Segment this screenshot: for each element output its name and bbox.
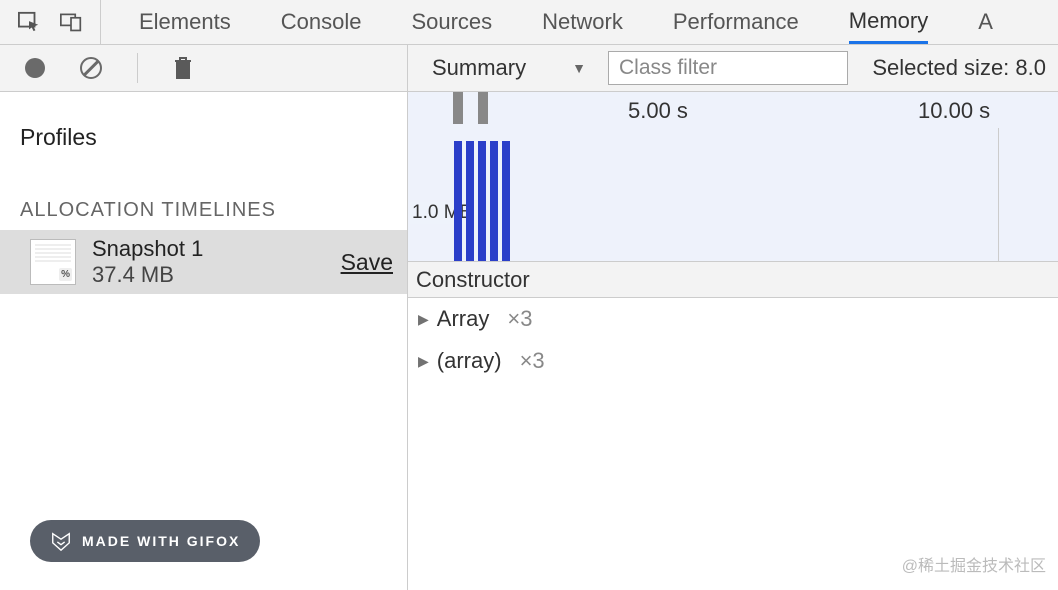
- inspect-element-icon[interactable]: [18, 11, 40, 33]
- allocation-bar: [478, 141, 486, 261]
- tab-console[interactable]: Console: [281, 0, 362, 44]
- time-axis: 5.00 s 10.00 s: [408, 92, 1058, 128]
- profiles-heading: Profiles: [0, 92, 407, 169]
- allocation-timeline[interactable]: 5.00 s 10.00 s 1.0 MB: [408, 92, 1058, 262]
- save-link[interactable]: Save: [341, 249, 393, 276]
- tick-mark: [453, 92, 463, 124]
- allocation-bars: [454, 141, 510, 261]
- expand-arrow-icon[interactable]: ▶: [418, 311, 429, 328]
- snapshot-name: Snapshot 1: [92, 236, 203, 262]
- snapshot-icon: %: [30, 239, 76, 285]
- instance-count: ×3: [507, 306, 532, 332]
- snapshot-info: Snapshot 1 37.4 MB: [92, 236, 203, 288]
- chevron-down-icon: ▼: [572, 60, 586, 76]
- watermark-text: @稀土掘金技术社区: [902, 552, 1046, 576]
- allocation-bar: [502, 141, 510, 261]
- timeline-divider: [998, 128, 999, 261]
- time-label-10s: 10.00 s: [918, 98, 990, 124]
- fox-icon: [50, 530, 72, 552]
- snapshot-item[interactable]: % Snapshot 1 37.4 MB Save: [0, 230, 407, 294]
- allocation-bar: [454, 141, 462, 261]
- delete-icon[interactable]: [173, 56, 193, 80]
- view-select-label: Summary: [432, 55, 526, 81]
- divider: [137, 53, 138, 83]
- constructor-header-label: Constructor: [416, 267, 530, 293]
- allocation-bar: [490, 141, 498, 261]
- profiles-sidebar: Profiles ALLOCATION TIMELINES % Snapshot…: [0, 92, 408, 590]
- tab-list: Elements Console Sources Network Perform…: [101, 0, 993, 44]
- toolbar-right: Summary ▼ Class filter Selected size: 8.…: [408, 51, 1058, 85]
- tab-memory[interactable]: Memory: [849, 0, 928, 44]
- clear-button[interactable]: [80, 57, 102, 79]
- gifox-badge: MADE WITH GIFOX: [30, 520, 260, 562]
- class-filter-input[interactable]: Class filter: [608, 51, 848, 85]
- snapshot-size: 37.4 MB: [92, 262, 203, 288]
- memory-toolbar: Summary ▼ Class filter Selected size: 8.…: [0, 45, 1058, 92]
- devtools-tab-bar: Elements Console Sources Network Perform…: [0, 0, 1058, 45]
- allocation-timelines-heading: ALLOCATION TIMELINES: [0, 169, 407, 230]
- tick-mark: [478, 92, 488, 124]
- tab-sources[interactable]: Sources: [411, 0, 492, 44]
- main-area: Profiles ALLOCATION TIMELINES % Snapshot…: [0, 92, 1058, 590]
- allocation-bar: [466, 141, 474, 261]
- table-row[interactable]: ▶ (array) ×3: [408, 340, 1058, 382]
- instance-count: ×3: [520, 348, 545, 374]
- tab-elements[interactable]: Elements: [139, 0, 231, 44]
- table-row[interactable]: ▶ Array ×3: [408, 298, 1058, 340]
- content-panel: 5.00 s 10.00 s 1.0 MB Constructor ▶ Arra…: [408, 92, 1058, 590]
- constructor-header[interactable]: Constructor: [408, 262, 1058, 298]
- tab-more[interactable]: A: [978, 0, 993, 44]
- constructor-name: Array: [437, 306, 490, 332]
- expand-arrow-icon[interactable]: ▶: [418, 353, 429, 370]
- constructor-name: (array): [437, 348, 502, 374]
- gifox-label: MADE WITH GIFOX: [82, 533, 240, 549]
- view-select[interactable]: Summary ▼: [420, 51, 598, 85]
- device-toggle-icon[interactable]: [60, 11, 82, 33]
- tab-performance[interactable]: Performance: [673, 0, 799, 44]
- selected-size-text: Selected size: 8.0: [872, 55, 1046, 81]
- toolbar-left: [0, 45, 408, 91]
- devtools-icons: [0, 0, 101, 44]
- time-label-5s: 5.00 s: [628, 98, 688, 124]
- class-filter-placeholder: Class filter: [619, 56, 717, 80]
- record-button[interactable]: [25, 58, 45, 78]
- tab-network[interactable]: Network: [542, 0, 623, 44]
